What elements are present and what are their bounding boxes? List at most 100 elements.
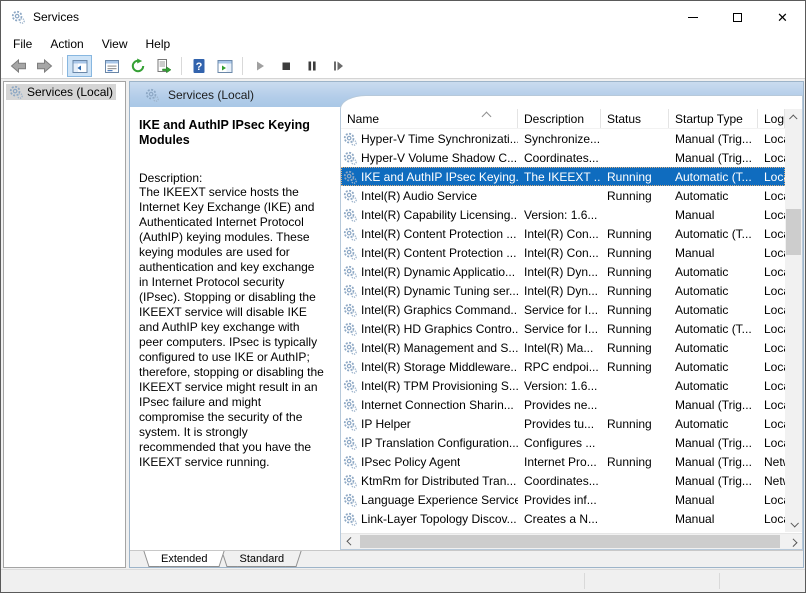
service-gear-icon [343, 360, 357, 374]
service-logon-cell: Loca [764, 245, 785, 260]
console-tree-panel: Services (Local) [3, 81, 126, 568]
help-icon: ? [193, 59, 204, 73]
vertical-scrollbar[interactable] [785, 109, 802, 532]
service-gear-icon [9, 85, 23, 99]
tree-item-services-local[interactable]: Services (Local) [6, 84, 117, 100]
column-header-description[interactable]: Description [518, 109, 601, 128]
service-status-cell: Running [607, 188, 652, 203]
column-header-logon[interactable]: Log [758, 109, 785, 128]
service-status-cell: Running [607, 283, 652, 298]
service-status-cell: Running [607, 321, 652, 336]
table-row[interactable]: KtmRm for Distributed Tran... Coordinate… [341, 471, 785, 490]
service-description-cell: Intel(R) Con... [524, 245, 599, 260]
table-row[interactable]: IPsec Policy Agent Internet Pro... Runni… [341, 452, 785, 471]
refresh-button[interactable] [125, 55, 150, 77]
table-row[interactable]: Intel(R) Dynamic Applicatio... Intel(R) … [341, 262, 785, 281]
back-icon [10, 58, 26, 74]
restart-icon [333, 61, 343, 71]
service-name-cell: IP Helper [341, 417, 518, 431]
table-row[interactable]: Internet Connection Sharin... Provides n… [341, 395, 785, 414]
table-row[interactable]: Intel(R) Management and S... Intel(R) Ma… [341, 338, 785, 357]
service-description-cell: Service for I... [524, 321, 599, 336]
table-row[interactable]: Hyper-V Volume Shadow C... Coordinates..… [341, 148, 785, 167]
scroll-up-button[interactable] [785, 109, 802, 126]
horizontal-scrollbar[interactable] [341, 533, 802, 549]
view-tabs: Extended Standard [130, 550, 803, 567]
service-description-cell: Internet Pro... [524, 454, 597, 469]
column-header-name[interactable]: Name [341, 109, 518, 128]
column-header-startup-type[interactable]: Startup Type [669, 109, 758, 128]
service-startup-cell: Manual (Trig... [675, 454, 752, 469]
maximize-icon [733, 12, 742, 22]
service-gear-icon [343, 227, 357, 241]
show-console-tree-button[interactable] [67, 55, 92, 77]
restart-service-button[interactable] [325, 55, 350, 77]
table-row[interactable]: IP Translation Configuration... Configur… [341, 433, 785, 452]
service-startup-cell: Automatic (T... [675, 169, 752, 184]
table-row[interactable]: Intel(R) Capability Licensing... Version… [341, 205, 785, 224]
service-startup-cell: Manual [675, 245, 715, 260]
service-gear-icon [343, 132, 357, 146]
service-startup-cell: Manual [675, 511, 715, 526]
service-logon-cell: Loca [764, 188, 785, 203]
properties-button[interactable] [99, 55, 124, 77]
table-row[interactable]: Intel(R) Content Protection ... Intel(R)… [341, 243, 785, 262]
minimize-button[interactable] [670, 1, 715, 33]
table-row[interactable]: Intel(R) HD Graphics Contro... Service f… [341, 319, 785, 338]
table-row[interactable]: Link-Layer Topology Discov... Creates a … [341, 509, 785, 528]
service-gear-icon [11, 10, 25, 24]
service-gear-icon [343, 265, 357, 279]
service-status-cell: Running [607, 416, 652, 431]
stop-service-button[interactable] [273, 55, 298, 77]
scroll-left-button[interactable] [341, 534, 358, 549]
service-logon-cell: Loca [764, 226, 785, 241]
export-list-icon [157, 59, 171, 74]
scroll-right-button[interactable] [785, 534, 802, 549]
service-logon-cell: Loca [764, 302, 785, 317]
service-name-cell: Link-Layer Topology Discov... [341, 512, 518, 526]
table-row[interactable]: Hyper-V Time Synchronizati... Synchroniz… [341, 129, 785, 148]
table-row[interactable]: Intel(R) Graphics Command... Service for… [341, 300, 785, 319]
forward-button[interactable] [32, 55, 57, 77]
table-row[interactable]: Intel(R) Content Protection ... Intel(R)… [341, 224, 785, 243]
menu-file[interactable]: File [4, 35, 41, 53]
show-action-pane-button[interactable] [212, 55, 237, 77]
tab-standard[interactable]: Standard [229, 551, 295, 567]
pause-service-button[interactable] [299, 55, 324, 77]
export-list-button[interactable] [151, 55, 176, 77]
column-header-status[interactable]: Status [601, 109, 669, 128]
service-logon-cell: Loca [764, 321, 785, 336]
tab-extended[interactable]: Extended [151, 551, 218, 567]
service-startup-cell: Automatic [675, 302, 729, 317]
table-row[interactable]: Intel(R) Dynamic Tuning ser... Intel(R) … [341, 281, 785, 300]
table-row[interactable]: Intel(R) Audio Service Running Automatic… [341, 186, 785, 205]
menu-help[interactable]: Help [137, 35, 180, 53]
table-row[interactable]: IP Helper Provides tu... Running Automat… [341, 414, 785, 433]
service-name-cell: Intel(R) Dynamic Tuning ser... [341, 284, 518, 298]
scroll-down-button[interactable] [785, 515, 802, 532]
menu-view[interactable]: View [93, 35, 137, 53]
table-row[interactable]: Intel(R) TPM Provisioning S... Version: … [341, 376, 785, 395]
close-button[interactable]: ✕ [760, 1, 805, 33]
service-logon-cell: Loca [764, 511, 785, 526]
service-startup-cell: Automatic [675, 359, 729, 374]
vertical-scroll-thumb[interactable] [786, 209, 801, 255]
maximize-button[interactable] [715, 1, 760, 33]
service-name-cell: IP Translation Configuration... [341, 436, 518, 450]
service-name-cell: IPsec Policy Agent [341, 455, 518, 469]
service-gear-icon [343, 170, 357, 184]
panel-header-title: Services (Local) [168, 87, 255, 102]
service-description-cell: Coordinates... [524, 473, 599, 488]
start-service-button[interactable] [247, 55, 272, 77]
service-startup-cell: Manual (Trig... [675, 435, 752, 450]
help-button[interactable]: ? [186, 55, 211, 77]
table-row[interactable]: IKE and AuthIP IPsec Keying... The IKEEX… [341, 167, 785, 186]
service-description-cell: Creates a N... [524, 511, 599, 526]
table-row[interactable]: Language Experience Service Provides inf… [341, 490, 785, 509]
table-row[interactable]: Intel(R) Storage Middleware... RPC endpo… [341, 357, 785, 376]
menu-action[interactable]: Action [41, 35, 92, 53]
horizontal-scroll-thumb[interactable] [360, 535, 780, 548]
panel-gear-icon [145, 88, 159, 102]
service-gear-icon [343, 493, 357, 507]
back-button[interactable] [6, 55, 31, 77]
